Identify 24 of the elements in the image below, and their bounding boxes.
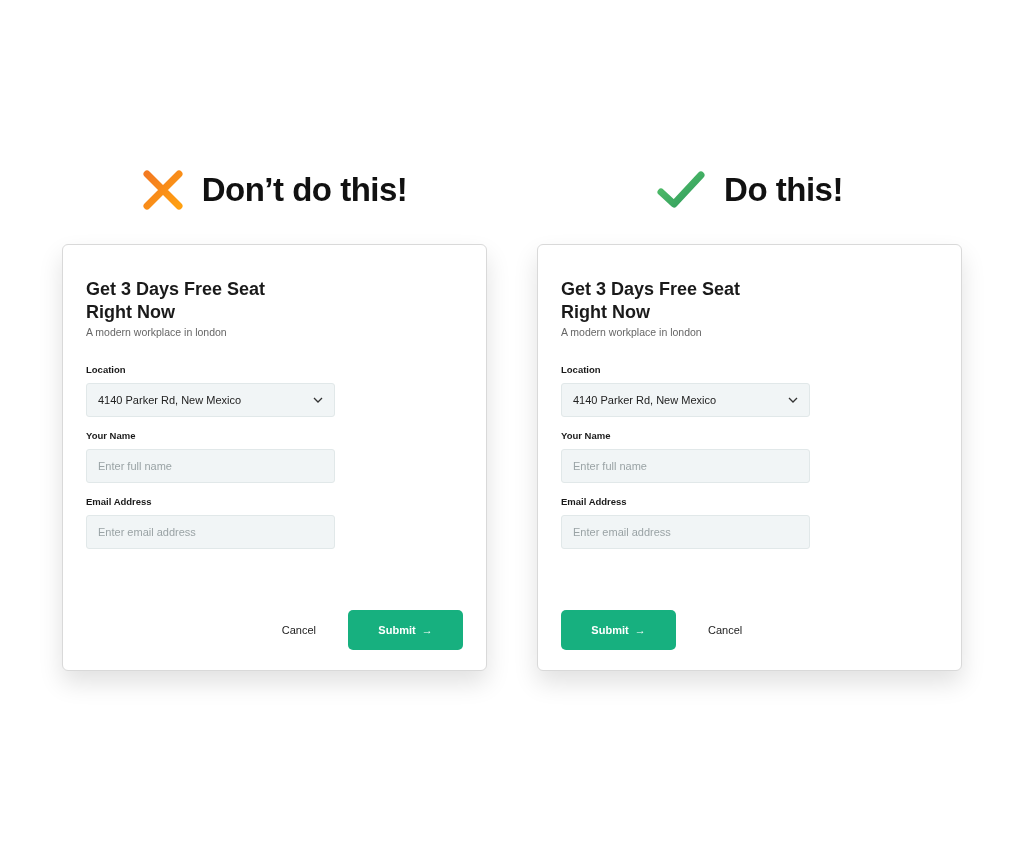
field-label: Location	[86, 364, 127, 375]
chevron-down-icon	[313, 397, 323, 403]
input-field[interactable]: Enter email address	[561, 515, 810, 549]
form-title: Get 3 Days Free Seat Right Now	[561, 278, 742, 324]
example-heading: Don’t do this!	[201, 171, 408, 209]
field-label: Email Address	[86, 496, 153, 507]
chevron-down-icon	[788, 397, 798, 403]
location-select[interactable]: 4140 Parker Rd, New Mexico	[561, 383, 810, 417]
field-label: Your Name	[561, 430, 612, 441]
input-field[interactable]: Enter email address	[86, 515, 335, 549]
input-field[interactable]: Enter full name	[86, 449, 335, 483]
field-label: Email Address	[561, 496, 628, 507]
location-select[interactable]: 4140 Parker Rd, New Mexico	[86, 383, 335, 417]
field-label: Your Name	[86, 430, 137, 441]
check-icon	[656, 170, 707, 210]
form-title: Get 3 Days Free Seat Right Now	[86, 278, 267, 324]
form-subtitle: A modern workplace in london	[561, 326, 703, 338]
field-label: Location	[561, 364, 602, 375]
form-subtitle: A modern workplace in london	[86, 326, 228, 338]
input-field[interactable]: Enter full name	[561, 449, 810, 483]
cancel-button[interactable]: Cancel	[700, 624, 751, 636]
cancel-button[interactable]: Cancel	[273, 624, 324, 636]
cross-icon	[141, 169, 184, 211]
example-heading: Do this!	[724, 171, 843, 209]
